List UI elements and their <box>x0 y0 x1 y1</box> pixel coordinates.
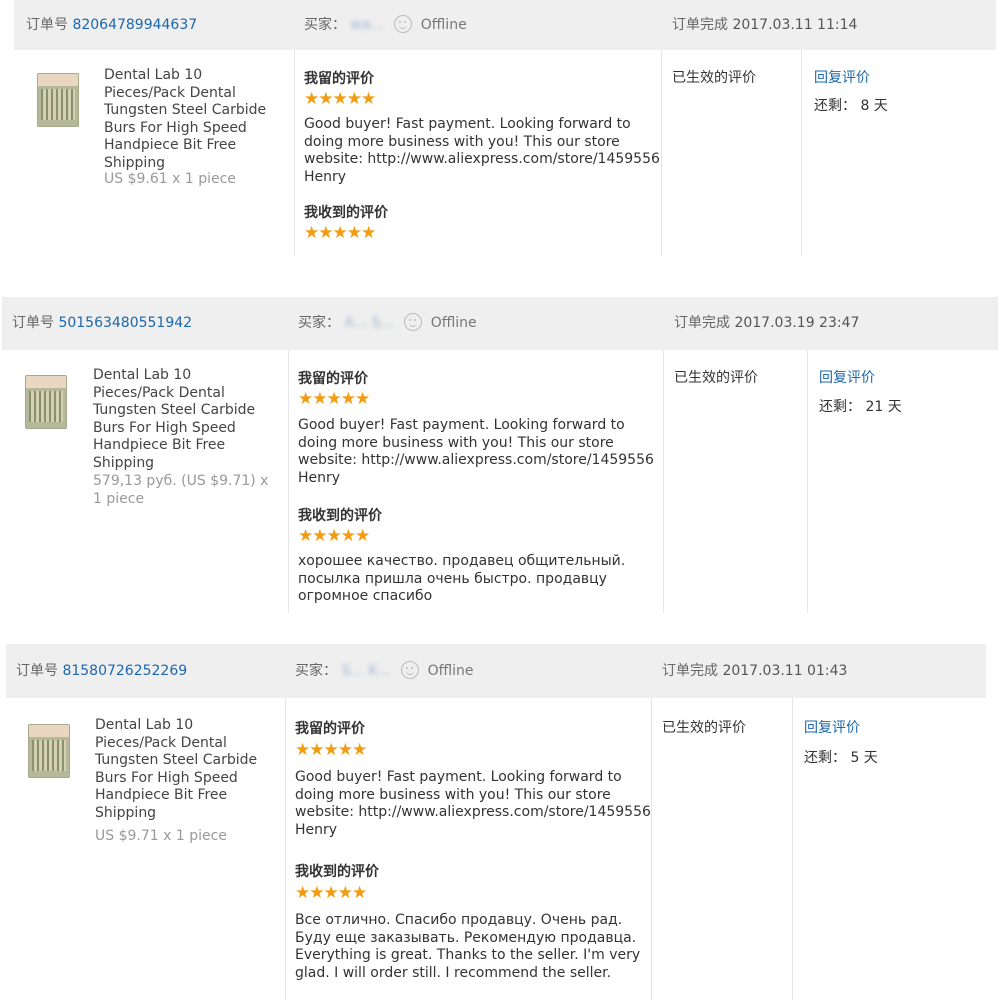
my-rating-stars: ★★★★★ <box>298 389 370 409</box>
product-price: US $9.71 x 1 piece <box>95 828 227 844</box>
divider <box>285 698 286 1000</box>
my-rating-stars: ★★★★★ <box>295 740 367 760</box>
divider <box>663 350 664 613</box>
remaining-label: 还剩： <box>819 399 861 415</box>
received-review-text: Все отлично. Спасибо продавцу. Очень рад… <box>295 912 641 981</box>
online-status: Offline <box>427 663 474 679</box>
buyer-name-link[interactable]: S... K... <box>341 663 390 679</box>
smiley-face-icon <box>404 312 423 331</box>
days-remaining: 还剩： 8 天 <box>814 95 888 115</box>
buyer-name-link[interactable]: A... S... <box>344 315 393 331</box>
online-status: Offline <box>430 315 477 331</box>
remaining-value: 21 天 <box>865 399 902 415</box>
effective-review-label: 已生效的评价 <box>672 70 756 86</box>
order-id-link[interactable]: 81580726252269 <box>62 663 187 679</box>
product-price: US $9.61 x 1 piece <box>104 171 236 187</box>
received-review-label: 我收到的评价 <box>298 508 382 524</box>
order-header: 订单号 81580726252269 买家： S... K... Offline… <box>6 644 986 698</box>
online-status: Offline <box>420 17 467 33</box>
order-completed: 订单完成 2017.03.11 11:14 <box>672 0 857 50</box>
my-review-label: 我留的评价 <box>298 371 368 387</box>
product-title[interactable]: Dental Lab 10 Pieces/Pack Dental Tungste… <box>104 67 284 172</box>
order-id-link[interactable]: 501563480551942 <box>58 315 192 331</box>
product-thumbnail-icon[interactable] <box>28 724 70 778</box>
product-title[interactable]: Dental Lab 10 Pieces/Pack Dental Tungste… <box>95 717 275 822</box>
remaining-label: 还剩： <box>804 750 846 766</box>
product-title[interactable]: Dental Lab 10 Pieces/Pack Dental Tungste… <box>93 367 273 472</box>
remaining-value: 5 天 <box>850 750 878 766</box>
order-number: 订单号 82064789944637 <box>26 0 197 50</box>
reply-review-link[interactable]: 回复评价 <box>819 367 875 387</box>
received-review-label: 我收到的评价 <box>295 864 379 880</box>
effective-review-label: 已生效的评价 <box>674 370 758 386</box>
completed-time: 2017.03.11 11:14 <box>732 17 858 33</box>
order-header: 订单号 82064789944637 买家： wa... Offline 订单完… <box>14 0 996 50</box>
my-review-label: 我留的评价 <box>295 721 365 737</box>
order-completed: 订单完成 2017.03.19 23:47 <box>674 297 859 350</box>
reply-review-link[interactable]: 回复评价 <box>804 717 860 737</box>
divider <box>294 50 295 256</box>
smiley-face-icon <box>394 14 413 33</box>
divider <box>807 350 808 613</box>
divider <box>661 50 662 256</box>
product-thumbnail-icon[interactable] <box>25 375 67 429</box>
divider <box>792 698 793 1000</box>
remaining-value: 8 天 <box>860 98 888 114</box>
smiley-face-icon <box>401 660 420 679</box>
completed-label: 订单完成 <box>672 17 728 33</box>
order-id-link[interactable]: 82064789944637 <box>72 17 197 33</box>
received-rating-stars: ★★★★★ <box>304 223 376 243</box>
my-review-text: Good buyer! Fast payment. Looking forwar… <box>298 417 654 486</box>
product-price: 579,13 руб. (US $9.71) x 1 piece <box>93 473 269 507</box>
completed-label: 订单完成 <box>674 315 730 331</box>
my-rating-stars: ★★★★★ <box>304 89 376 109</box>
buyer-name-link[interactable]: wa... <box>350 17 383 33</box>
effective-review-label: 已生效的评价 <box>662 720 746 736</box>
buyer-label: 买家： <box>298 315 340 331</box>
order-number: 订单号 501563480551942 <box>12 297 192 350</box>
received-review-text: хорошее качество. продавец общительный. … <box>298 553 626 604</box>
order-header: 订单号 501563480551942 买家： A... S... Offlin… <box>2 297 998 350</box>
order-completed: 订单完成 2017.03.11 01:43 <box>662 644 847 698</box>
order-number-label: 订单号 <box>12 315 54 331</box>
my-review-label: 我留的评价 <box>304 71 374 87</box>
order-card: 订单号 501563480551942 买家： A... S... Offlin… <box>2 297 998 617</box>
received-rating-stars: ★★★★★ <box>298 526 370 546</box>
buyer-label: 买家： <box>295 663 337 679</box>
my-review-text: Good buyer! Fast payment. Looking forwar… <box>295 769 651 838</box>
divider <box>288 350 289 613</box>
completed-time: 2017.03.19 23:47 <box>734 315 860 331</box>
order-card: 订单号 82064789944637 买家： wa... Offline 订单完… <box>14 0 996 260</box>
buyer-info: 买家： wa... Offline <box>304 0 467 50</box>
my-review-text: Good buyer! Fast payment. Looking forwar… <box>304 116 660 185</box>
order-number-label: 订单号 <box>16 663 58 679</box>
completed-time: 2017.03.11 01:43 <box>722 663 848 679</box>
order-card: 订单号 81580726252269 买家： S... K... Offline… <box>6 644 986 1000</box>
received-rating-stars: ★★★★★ <box>295 883 367 903</box>
completed-label: 订单完成 <box>662 663 718 679</box>
buyer-info: 买家： A... S... Offline <box>298 297 477 350</box>
divider <box>651 698 652 1000</box>
order-number-label: 订单号 <box>26 17 68 33</box>
buyer-label: 买家： <box>304 17 346 33</box>
reply-review-link[interactable]: 回复评价 <box>814 67 870 87</box>
order-number: 订单号 81580726252269 <box>16 644 187 698</box>
buyer-info: 买家： S... K... Offline <box>295 644 474 698</box>
days-remaining: 还剩： 21 天 <box>819 396 902 416</box>
days-remaining: 还剩： 5 天 <box>804 747 878 767</box>
divider <box>801 50 802 256</box>
received-review-label: 我收到的评价 <box>304 205 388 221</box>
product-thumbnail-icon[interactable] <box>37 73 79 127</box>
remaining-label: 还剩： <box>814 98 856 114</box>
